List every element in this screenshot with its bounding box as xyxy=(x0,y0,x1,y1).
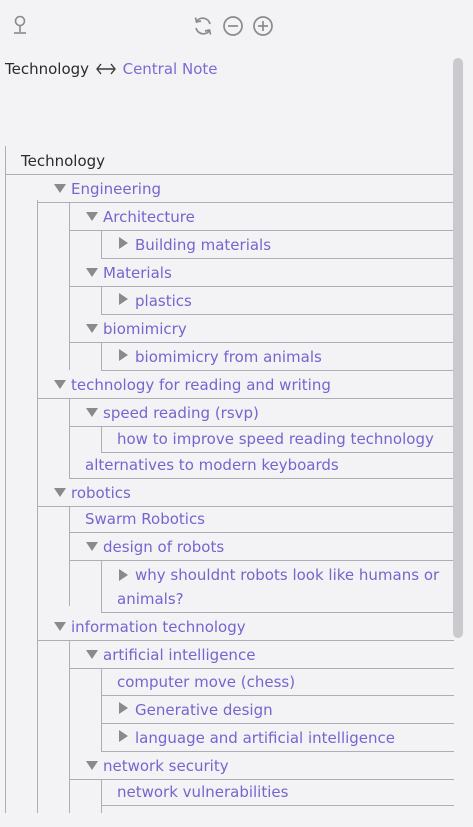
tree-item-label: Engineering xyxy=(71,180,161,198)
breadcrumb: Technology Central Note xyxy=(5,60,218,78)
tree-item-biomimicry[interactable]: biomimicry xyxy=(69,315,454,343)
tree-item-plastics[interactable]: plastics xyxy=(101,287,454,315)
tree-item-label: Swarm Robotics xyxy=(85,510,205,528)
tree-item-engineering[interactable]: Engineering xyxy=(37,175,454,203)
tree-item-label: how to improve speed reading technology xyxy=(117,430,434,448)
tree-item-label: Building materials xyxy=(135,236,272,254)
chevron-down-icon[interactable] xyxy=(54,380,66,389)
chevron-down-icon[interactable] xyxy=(86,542,98,551)
tree-item-label: alternatives to modern keyboards xyxy=(85,456,339,474)
tree-item-network-vulnerabilities[interactable]: network vulnerabilities xyxy=(101,780,454,806)
bidirectional-arrow-icon xyxy=(95,60,116,78)
collapse-icon[interactable] xyxy=(221,14,245,38)
tree-item-improve-speed-reading[interactable]: how to improve speed reading technology xyxy=(101,427,454,453)
tree-item-label: network security xyxy=(103,757,229,775)
chevron-down-icon[interactable] xyxy=(54,622,66,631)
chevron-down-icon[interactable] xyxy=(54,488,66,497)
tree-item-information-technology[interactable]: information technology xyxy=(37,613,454,641)
tree-root[interactable]: Technology xyxy=(5,146,454,175)
tree-item-label-continued: animals? xyxy=(117,590,184,608)
tree-item-label: technology for reading and writing xyxy=(71,376,331,394)
tree-item-label: plastics xyxy=(135,292,192,310)
pin-icon[interactable] xyxy=(8,14,32,38)
tree-item-ai[interactable]: artificial intelligence xyxy=(69,641,454,669)
chevron-down-icon[interactable] xyxy=(86,212,98,221)
tree-item-label: Materials xyxy=(103,264,172,282)
chevron-right-icon[interactable] xyxy=(119,293,128,305)
outline-tree: Technology Engineering Architecture Buil… xyxy=(5,146,454,813)
tree-item-swarm-robotics[interactable]: Swarm Robotics xyxy=(69,507,454,533)
chevron-right-icon[interactable] xyxy=(119,730,128,742)
chevron-down-icon[interactable] xyxy=(86,324,98,333)
chevron-right-icon[interactable] xyxy=(119,349,128,361)
chevron-right-icon[interactable] xyxy=(119,702,128,714)
vertical-scrollbar[interactable] xyxy=(453,58,463,638)
tree-item-architecture[interactable]: Architecture xyxy=(69,203,454,231)
chevron-down-icon[interactable] xyxy=(86,408,98,417)
tree-item-computer-move[interactable]: computer move (chess) xyxy=(101,669,454,696)
tree-item-alt-keyboards[interactable]: alternatives to modern keyboards xyxy=(69,453,454,479)
tree-guide-line xyxy=(5,146,6,813)
tree-item-robots-humans[interactable]: why shouldnt robots look like humans or … xyxy=(101,561,454,613)
tree-item-network-security[interactable]: network security xyxy=(69,752,454,780)
expand-icon[interactable] xyxy=(251,14,275,38)
tree-item-label: design of robots xyxy=(103,538,225,556)
tree-item-label: information technology xyxy=(71,618,246,636)
chevron-down-icon[interactable] xyxy=(86,268,98,277)
tree-item-label: artificial intelligence xyxy=(103,646,256,664)
tree-item-label: speed reading (rsvp) xyxy=(103,404,259,422)
chevron-down-icon[interactable] xyxy=(54,184,66,193)
tree-item-robotics[interactable]: robotics xyxy=(37,479,454,507)
tree-item-label: robotics xyxy=(71,484,131,502)
tree-item-biomimicry-from-animals[interactable]: biomimicry from animals xyxy=(101,343,454,371)
tree-item-label: why shouldnt robots look like humans or xyxy=(135,566,440,584)
note-title: Technology xyxy=(5,60,90,78)
refresh-icon[interactable] xyxy=(191,14,215,38)
central-note-link[interactable]: Central Note xyxy=(123,60,218,78)
tree-item-design-of-robots[interactable]: design of robots xyxy=(69,533,454,561)
tree-item-label: network vulnerabilities xyxy=(117,783,289,801)
tree-item-label: Generative design xyxy=(135,701,273,719)
tree-item-language-ai[interactable]: language and artificial intelligence xyxy=(101,724,454,752)
tree-item-label: biomimicry xyxy=(103,320,187,338)
toolbar xyxy=(0,14,473,40)
tree-item-label: language and artificial intelligence xyxy=(135,729,396,747)
tree-item-building-materials[interactable]: Building materials xyxy=(101,231,454,259)
tree-item-speed-reading[interactable]: speed reading (rsvp) xyxy=(69,399,454,427)
tree-item-generative-design[interactable]: Generative design xyxy=(101,696,454,724)
tree-item-label: biomimicry from animals xyxy=(135,348,322,366)
chevron-down-icon[interactable] xyxy=(86,761,98,770)
tree-item-reading-writing[interactable]: technology for reading and writing xyxy=(37,371,454,399)
chevron-right-icon[interactable] xyxy=(119,237,128,249)
chevron-down-icon[interactable] xyxy=(86,650,98,659)
root-label: Technology xyxy=(21,152,106,170)
tree-item-materials[interactable]: Materials xyxy=(69,259,454,287)
tree-item-label: computer move (chess) xyxy=(117,673,296,691)
tree-item-label: Architecture xyxy=(103,208,195,226)
chevron-right-icon[interactable] xyxy=(119,569,128,581)
